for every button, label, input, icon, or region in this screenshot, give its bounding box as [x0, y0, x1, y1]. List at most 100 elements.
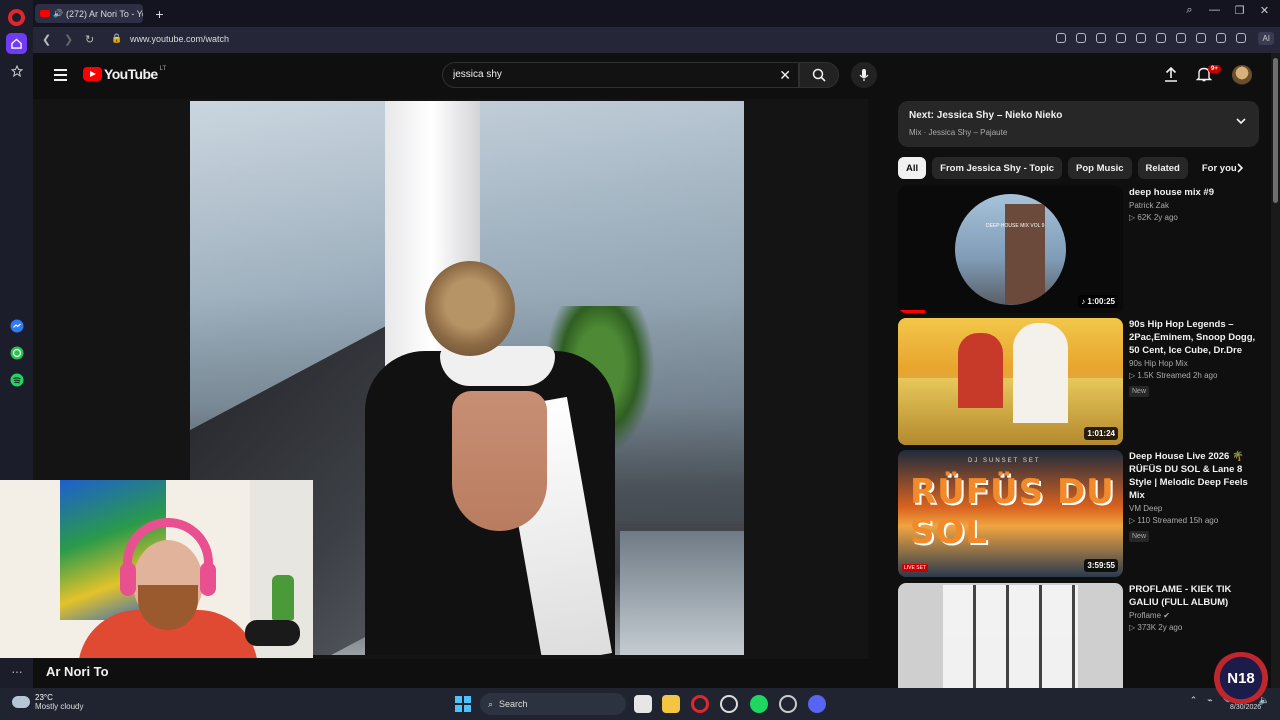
video-info: deep house mix #9 Patrick Zak ▷ 62K 2y a… — [1129, 186, 1263, 222]
voice-search-button[interactable] — [851, 62, 877, 88]
opera-logo-icon[interactable] — [8, 9, 25, 26]
search-icon: ⌕ — [488, 698, 494, 709]
weather-temperature: 23°C — [35, 693, 53, 702]
youtube-logo[interactable]: YouTube LT — [83, 66, 166, 82]
channel-name[interactable]: VM Deep — [1129, 504, 1263, 513]
search-box: ✕ — [442, 62, 799, 88]
reload-icon[interactable]: ↻ — [85, 33, 94, 46]
video-meta: ▷ 373K 2y ago — [1129, 623, 1183, 632]
close-window-button[interactable]: ✕ — [1259, 4, 1270, 17]
search-icon — [812, 68, 826, 82]
search-input[interactable] — [453, 69, 753, 80]
window-controls: ⌕ — ❐ ✕ — [1184, 4, 1270, 17]
video-title[interactable]: deep house mix #9 — [1129, 186, 1263, 199]
obs-icon[interactable] — [720, 695, 738, 713]
new-tab-button[interactable]: + — [150, 4, 169, 23]
network-icon[interactable]: ⌁ — [1207, 695, 1212, 706]
discord-icon[interactable] — [808, 695, 826, 713]
url-field[interactable]: www.youtube.com/watch — [130, 34, 229, 44]
filter-chips: All From Jessica Shy - Topic Pop Music R… — [898, 157, 1253, 179]
logo-text: YouTube — [104, 66, 158, 82]
video-title[interactable]: Deep House Live 2026 🌴 RÜFÜS DU SOL & La… — [1129, 450, 1263, 502]
chevron-down-icon[interactable] — [1235, 115, 1247, 127]
recommendation-item[interactable]: DJ SUNSET SET RÜFÜS DU SOL LIVE SET 3:59… — [898, 450, 1263, 577]
weather-widget[interactable]: 23°C Mostly cloudy — [12, 693, 83, 711]
video-info: 90s Hip Hop Legends – 2Pac,Eminem, Snoop… — [1129, 318, 1263, 398]
video-title[interactable]: 90s Hip Hop Legends – 2Pac,Eminem, Snoop… — [1129, 318, 1263, 357]
video-thumbnail[interactable]: DJ SUNSET SET RÜFÜS DU SOL LIVE SET 3:59… — [898, 450, 1123, 577]
download-icon[interactable] — [1176, 33, 1186, 43]
spotify-taskbar-icon[interactable] — [750, 695, 768, 713]
scrollbar-thumb[interactable] — [1273, 58, 1278, 203]
profile-icon[interactable] — [1216, 33, 1226, 43]
page-scrollbar[interactable] — [1271, 53, 1280, 688]
maximize-button[interactable]: ❐ — [1234, 4, 1245, 17]
weather-description: Mostly cloudy — [35, 702, 84, 711]
windows-taskbar: 23°C Mostly cloudy ⌕ Search ⌃ ⌁ ✎ ▭ 🔈 8/… — [0, 688, 1280, 720]
youtube-play-icon — [83, 67, 102, 81]
chip-pop-music[interactable]: Pop Music — [1068, 157, 1132, 179]
video-thumbnail[interactable]: DEEP HOUSE MIX VOL 9 ♪ 1:00:25 — [898, 186, 1123, 313]
settings-icon[interactable] — [779, 695, 797, 713]
video-title[interactable]: PROFLAME - KIEK TIK GALIU (FULL ALBUM) — [1129, 583, 1263, 609]
webcam-overlay — [0, 480, 313, 658]
forward-icon[interactable]: ❯ — [64, 33, 73, 46]
heart-icon[interactable] — [1156, 33, 1166, 43]
duration-badge: 3:59:55 — [1084, 559, 1118, 572]
cloud-icon — [12, 696, 30, 708]
search-tabs-icon[interactable]: ⌕ — [1184, 4, 1195, 17]
recommendation-item[interactable]: 1:01:24 90s Hip Hop Legends – 2Pac,Emine… — [898, 318, 1263, 445]
taskbar-date[interactable]: 8/30/2026 — [1230, 704, 1261, 711]
chevron-right-icon[interactable] — [1234, 162, 1246, 174]
chip-related[interactable]: Related — [1137, 157, 1188, 179]
thumbnail-subtext: DJ SUNSET SET — [968, 458, 1041, 464]
minimize-button[interactable]: — — [1209, 4, 1220, 17]
menu-icon[interactable] — [54, 69, 67, 84]
spotify-icon[interactable] — [6, 369, 27, 390]
channel-name[interactable]: Proflame ✔ — [1129, 611, 1263, 620]
chip-all[interactable]: All — [898, 157, 927, 179]
home-icon[interactable] — [6, 33, 27, 54]
recommendation-item[interactable]: PROFLAME - KIEK TIK GALIU (FULL ALBUM) P… — [898, 583, 1263, 688]
taskbar-search[interactable]: ⌕ Search — [480, 693, 626, 715]
aria-ai-button[interactable]: AI — [1258, 32, 1274, 45]
account-avatar[interactable] — [1232, 65, 1252, 85]
video-thumbnail[interactable] — [898, 583, 1123, 688]
edit-icon[interactable] — [1056, 33, 1066, 43]
video-thumbnail[interactable]: 1:01:24 — [898, 318, 1123, 445]
file-explorer-icon[interactable] — [662, 695, 680, 713]
camera-icon[interactable] — [1076, 33, 1086, 43]
microphone-icon — [859, 69, 869, 81]
browser-tab[interactable]: 🔊 (272) Ar Nori To - You — [35, 4, 143, 23]
video-info: PROFLAME - KIEK TIK GALIU (FULL ALBUM) P… — [1129, 583, 1263, 632]
clear-search-icon[interactable]: ✕ — [779, 67, 791, 84]
lock-icon: 🔒 — [111, 33, 123, 43]
chevron-up-icon[interactable]: ⌃ — [1190, 695, 1198, 706]
star-icon[interactable] — [6, 60, 27, 81]
whatsapp-icon[interactable] — [6, 342, 27, 363]
extensions-icon[interactable] — [1236, 33, 1246, 43]
recommendation-item[interactable]: DEEP HOUSE MIX VOL 9 ♪ 1:00:25 deep hous… — [898, 186, 1263, 313]
toolbar-icons — [1056, 33, 1246, 43]
search-button[interactable] — [799, 62, 839, 88]
channel-watermark-logo: N18 — [1213, 652, 1269, 704]
chip-from-jessica-shy[interactable]: From Jessica Shy - Topic — [932, 157, 1063, 179]
notification-count-badge: 9+ — [1208, 65, 1221, 73]
channel-name[interactable]: 90s Hip Hop Mix — [1129, 359, 1263, 368]
upload-icon[interactable] — [1164, 66, 1178, 82]
more-icon[interactable]: ··· — [6, 660, 27, 681]
speaker-icon[interactable]: 🔊 — [53, 9, 63, 18]
taskbar-search-label: Search — [499, 699, 528, 709]
play-icon[interactable] — [1136, 33, 1146, 43]
back-icon[interactable]: ❮ — [42, 33, 51, 46]
shield-icon[interactable] — [1096, 33, 1106, 43]
task-view-icon[interactable] — [634, 695, 652, 713]
up-next-panel[interactable]: Next: Jessica Shy – Nieko Nieko Mix · Je… — [898, 101, 1259, 147]
menu-icon[interactable] — [1196, 33, 1206, 43]
opera-taskbar-icon[interactable] — [691, 695, 709, 713]
channel-name[interactable]: Patrick Zak — [1129, 201, 1263, 210]
vpn-icon[interactable] — [1116, 33, 1126, 43]
messenger-icon[interactable] — [6, 315, 27, 336]
video-meta: ▷ 110 Streamed 15h ago — [1129, 516, 1219, 525]
windows-start-icon[interactable] — [455, 696, 471, 712]
